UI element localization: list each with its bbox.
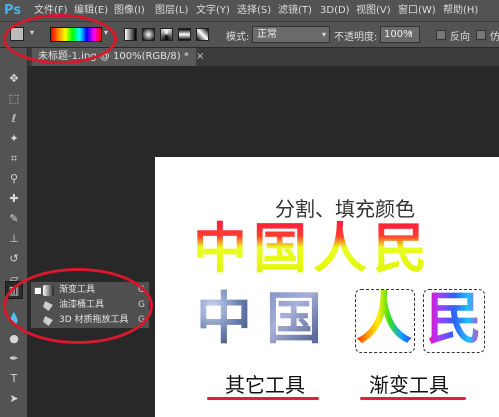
menu-help[interactable]: 帮助(H) [443, 3, 478, 19]
move-tool-icon[interactable]: ✥ [5, 70, 23, 88]
reverse-label: 反向 [450, 32, 470, 43]
chevron-down-icon[interactable]: ▾ [409, 29, 413, 37]
annotation-oval-gradient-picker [3, 14, 117, 64]
opacity-field[interactable]: 100% [380, 26, 420, 43]
brush-tool-icon[interactable]: ✎ [5, 210, 23, 228]
dither-checkbox[interactable] [476, 30, 486, 40]
reflected-gradient-button[interactable] [178, 28, 191, 41]
selection-marquee [355, 289, 415, 353]
healing-brush-tool-icon[interactable]: ✚ [5, 190, 23, 208]
path-selection-tool-icon[interactable]: ➤ [5, 390, 23, 408]
dither-label: 仿 [490, 32, 499, 43]
mode-label: 模式: [226, 32, 250, 43]
red-underline [207, 397, 319, 400]
menu-select[interactable]: 选择(S) [237, 3, 271, 19]
pattern-fill-glyph-1: 中 [196, 287, 252, 352]
red-underline [360, 397, 466, 400]
selection-marquee [423, 289, 485, 353]
menu-view[interactable]: 视图(V) [356, 3, 391, 19]
lasso-tool-icon[interactable]: ℓ [5, 110, 23, 128]
blend-mode-select[interactable]: 正常 ▾ [252, 26, 330, 43]
pattern-fill-glyph-2: 国 [266, 287, 322, 352]
eyedropper-tool-icon[interactable]: ⚲ [5, 170, 23, 188]
menu-3d[interactable]: 3D(D) [320, 3, 350, 19]
photoshop-window: Ps 文件(F) 编辑(E) 图像(I) 图层(L) 文字(Y) 选择(S) 滤… [0, 0, 499, 417]
menu-window[interactable]: 窗口(W) [398, 3, 436, 19]
linear-gradient-button[interactable] [124, 28, 137, 41]
menu-type[interactable]: 文字(Y) [196, 3, 230, 19]
blend-mode-value: 正常 [257, 29, 277, 40]
menu-image[interactable]: 图像(I) [114, 3, 145, 19]
magic-wand-tool-icon[interactable]: ✦ [5, 130, 23, 148]
close-icon[interactable]: × [196, 48, 204, 66]
radial-gradient-button[interactable] [142, 28, 155, 41]
document-canvas[interactable]: 分割、填充颜色 中国人民 中 国 人 民 其它工具 渐变工具 [155, 157, 499, 417]
opacity-label: 不透明度: [334, 32, 378, 43]
chevron-down-icon: ▾ [321, 30, 326, 39]
caption-gradient-tool: 渐变工具 [369, 373, 449, 397]
crop-tool-icon[interactable]: ⌗ [5, 150, 23, 168]
tools-panel: ✥ ⬚ ℓ ✦ ⌗ ⚲ ✚ ✎ ⊥ ↺ ▱ ▥ 💧 ● ✒ T ➤ [0, 48, 28, 417]
pen-tool-icon[interactable]: ✒ [5, 350, 23, 368]
photoshop-logo: Ps [4, 3, 22, 18]
type-tool-icon[interactable]: T [5, 370, 23, 388]
reverse-checkbox[interactable] [436, 30, 446, 40]
menu-layer[interactable]: 图层(L) [155, 3, 188, 19]
history-brush-tool-icon[interactable]: ↺ [5, 250, 23, 268]
angle-gradient-button[interactable] [160, 28, 173, 41]
clone-stamp-tool-icon[interactable]: ⊥ [5, 230, 23, 248]
annotation-oval-tool-flyout [3, 268, 153, 344]
gradient-filled-text: 中国人民 [193, 217, 433, 280]
marquee-tool-icon[interactable]: ⬚ [5, 90, 23, 108]
diamond-gradient-button[interactable] [196, 28, 209, 41]
caption-other-tools: 其它工具 [225, 373, 305, 397]
dodge-tool-icon[interactable]: ● [5, 330, 23, 348]
menu-filter[interactable]: 滤镜(T) [278, 3, 312, 19]
